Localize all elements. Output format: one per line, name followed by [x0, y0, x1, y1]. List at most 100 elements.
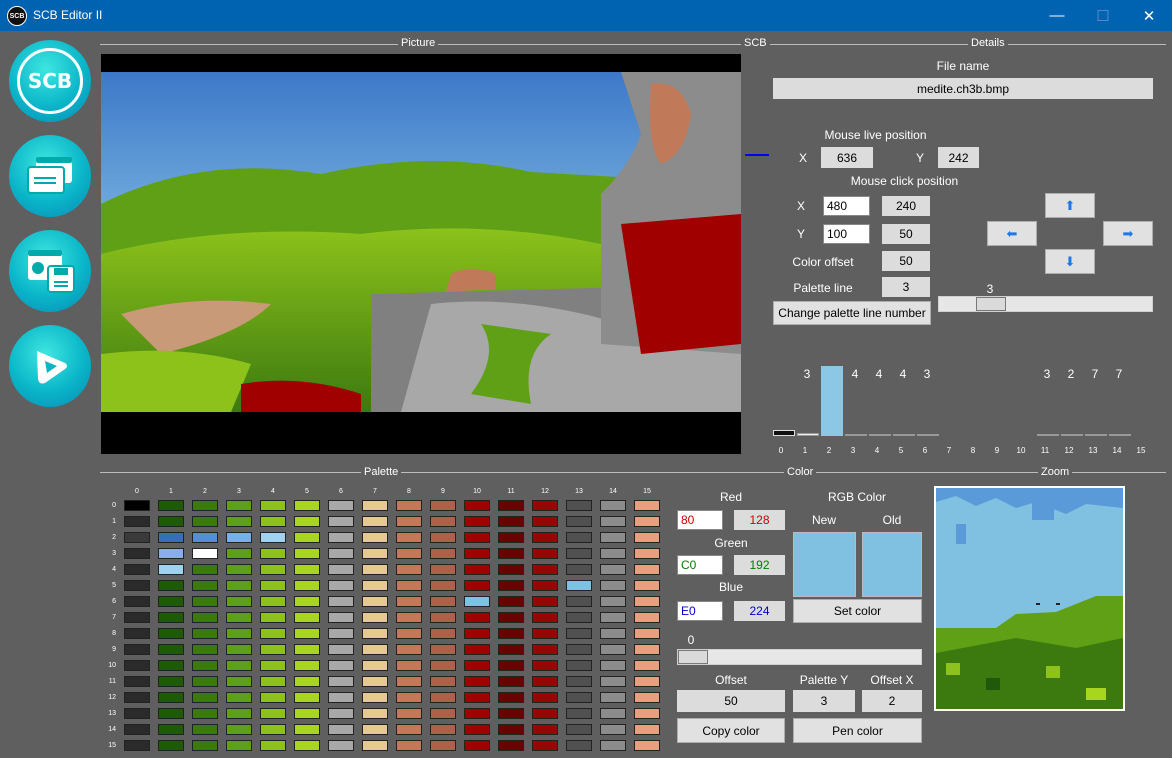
palette-swatch[interactable]	[430, 628, 456, 639]
palette-swatch[interactable]	[124, 644, 150, 655]
palette-swatch[interactable]	[464, 692, 490, 703]
palette-swatch[interactable]	[600, 628, 626, 639]
palette-swatch[interactable]	[498, 564, 524, 575]
palette-swatch[interactable]	[294, 628, 320, 639]
palette-swatch[interactable]	[396, 724, 422, 735]
palette-swatch[interactable]	[158, 692, 184, 703]
palette-swatch[interactable]	[294, 564, 320, 575]
palette-swatch[interactable]	[498, 548, 524, 559]
palette-swatch[interactable]	[294, 596, 320, 607]
palette-swatch[interactable]	[260, 612, 286, 623]
palette-swatch[interactable]	[464, 580, 490, 591]
palette-swatch[interactable]	[124, 564, 150, 575]
change-palette-line-button[interactable]: Change palette line number	[773, 301, 931, 325]
palette-swatch[interactable]	[532, 724, 558, 735]
palette-swatch[interactable]	[566, 628, 592, 639]
palette-swatch[interactable]	[634, 580, 660, 591]
palette-swatch[interactable]	[600, 724, 626, 735]
palette-swatch[interactable]	[600, 532, 626, 543]
palette-swatch[interactable]	[260, 676, 286, 687]
palette-swatch[interactable]	[328, 596, 354, 607]
palette-swatch[interactable]	[124, 628, 150, 639]
palette-swatch[interactable]	[362, 724, 388, 735]
palette-swatch[interactable]	[532, 676, 558, 687]
palette-swatch[interactable]	[498, 692, 524, 703]
palette-swatch[interactable]	[362, 628, 388, 639]
palette-swatch[interactable]	[396, 596, 422, 607]
palette-swatch[interactable]	[294, 660, 320, 671]
palette-swatch[interactable]	[532, 500, 558, 511]
palette-swatch[interactable]	[294, 676, 320, 687]
palette-swatch[interactable]	[260, 708, 286, 719]
palette-swatch[interactable]	[226, 532, 252, 543]
palette-swatch[interactable]	[600, 564, 626, 575]
picture-canvas[interactable]	[101, 54, 741, 454]
palette-swatch[interactable]	[158, 628, 184, 639]
palette-swatch[interactable]	[158, 500, 184, 511]
palette-swatch[interactable]	[260, 740, 286, 751]
palette-swatch[interactable]	[192, 500, 218, 511]
palette-swatch[interactable]	[532, 660, 558, 671]
palette-swatch[interactable]	[328, 628, 354, 639]
palette-swatch[interactable]	[328, 500, 354, 511]
palette-swatch[interactable]	[124, 596, 150, 607]
palette-swatch[interactable]	[124, 740, 150, 751]
palette-swatch[interactable]	[430, 724, 456, 735]
palette-swatch[interactable]	[464, 548, 490, 559]
palette-swatch[interactable]	[294, 548, 320, 559]
set-color-button[interactable]: Set color	[793, 599, 922, 623]
histogram-bar[interactable]	[1085, 434, 1107, 436]
palette-swatch[interactable]	[498, 612, 524, 623]
move-right-button[interactable]: ➡	[1103, 221, 1153, 246]
palette-swatch[interactable]	[532, 548, 558, 559]
palette-swatch[interactable]	[294, 580, 320, 591]
palette-swatch[interactable]	[226, 564, 252, 575]
palette-swatch[interactable]	[192, 628, 218, 639]
palette-swatch[interactable]	[634, 644, 660, 655]
palette-swatch[interactable]	[566, 580, 592, 591]
palette-swatch[interactable]	[634, 740, 660, 751]
palette-swatch[interactable]	[362, 660, 388, 671]
palette-swatch[interactable]	[124, 580, 150, 591]
move-up-button[interactable]: ⬆	[1045, 193, 1095, 218]
palette-swatch[interactable]	[600, 612, 626, 623]
palette-swatch[interactable]	[634, 724, 660, 735]
palette-swatch[interactable]	[260, 516, 286, 527]
palette-swatch[interactable]	[294, 708, 320, 719]
palette-swatch[interactable]	[124, 532, 150, 543]
palette-swatch[interactable]	[226, 724, 252, 735]
palette-swatch[interactable]	[430, 532, 456, 543]
palette-swatch[interactable]	[430, 580, 456, 591]
histogram-bar[interactable]	[869, 434, 891, 436]
palette-swatch[interactable]	[362, 548, 388, 559]
palette-swatch[interactable]	[396, 692, 422, 703]
histogram-bar[interactable]	[1109, 434, 1131, 436]
palette-swatch[interactable]	[362, 596, 388, 607]
palette-swatch[interactable]	[430, 500, 456, 511]
histogram-bar[interactable]	[773, 430, 795, 436]
histogram-bar[interactable]	[797, 433, 819, 436]
palette-swatch[interactable]	[600, 580, 626, 591]
palette-swatch[interactable]	[498, 500, 524, 511]
palette-swatch[interactable]	[634, 692, 660, 703]
palette-swatch[interactable]	[192, 580, 218, 591]
palette-swatch[interactable]	[124, 660, 150, 671]
red-hex-input[interactable]: 80	[677, 510, 723, 530]
palette-swatch[interactable]	[430, 740, 456, 751]
palette-swatch[interactable]	[260, 660, 286, 671]
palette-swatch[interactable]	[600, 644, 626, 655]
palette-swatch[interactable]	[192, 724, 218, 735]
palette-swatch[interactable]	[600, 500, 626, 511]
palette-swatch[interactable]	[192, 660, 218, 671]
palette-swatch[interactable]	[192, 692, 218, 703]
palette-swatch[interactable]	[124, 724, 150, 735]
palette-swatch[interactable]	[192, 644, 218, 655]
palette-swatch[interactable]	[464, 660, 490, 671]
palette-swatch[interactable]	[430, 612, 456, 623]
palette-swatch[interactable]	[362, 644, 388, 655]
palette-swatch[interactable]	[396, 548, 422, 559]
palette-swatch[interactable]	[464, 644, 490, 655]
palette-swatch[interactable]	[260, 692, 286, 703]
palette-swatch[interactable]	[362, 708, 388, 719]
palette-swatch[interactable]	[362, 564, 388, 575]
